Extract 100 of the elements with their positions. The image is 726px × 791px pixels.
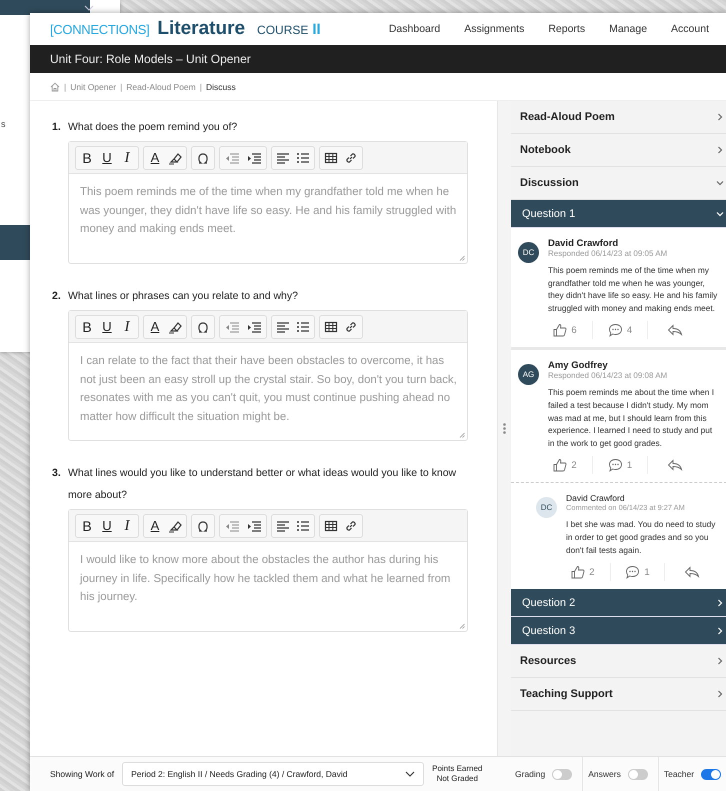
field-label: Showing Work of [50, 769, 114, 779]
nav-link[interactable]: Assignments [464, 23, 524, 35]
toggle-label: Grading [515, 769, 546, 779]
nav-link[interactable]: Account [671, 23, 709, 35]
resize-grip-icon[interactable] [459, 255, 465, 261]
bold-button[interactable]: B [80, 318, 94, 336]
window-text: s [1, 119, 6, 129]
points-label: Points Earned [432, 764, 482, 774]
outdent-icon[interactable] [224, 320, 240, 334]
speech-bubble-icon[interactable] [608, 458, 623, 472]
chevron-icon [84, 4, 94, 10]
bulleted-list-icon[interactable] [296, 150, 310, 164]
avatar: DC [518, 242, 539, 263]
bulleted-list-icon[interactable] [296, 518, 310, 532]
resize-grip-icon[interactable] [459, 623, 465, 629]
points-value: Not Graded [436, 774, 479, 784]
highlighter-icon[interactable] [168, 150, 182, 164]
table-icon[interactable] [324, 320, 338, 334]
indent-icon[interactable] [246, 518, 262, 532]
nav-link[interactable]: Reports [548, 23, 586, 35]
comment-text: This poem reminds me about the time when I failed a test because I didn't study. My mom was mad at me, but I should learn from this experience. I learned I need to study and put in the work to get good grades. [548, 386, 716, 450]
student-select[interactable]: Period 2: English II / Needs Grading (4) / Crawford, David [122, 762, 424, 786]
toggle-switch[interactable] [628, 768, 648, 780]
underline-button[interactable]: U [100, 148, 114, 166]
section-header[interactable]: Resources [511, 645, 726, 678]
special-character-icon[interactable] [196, 150, 210, 164]
reply-icon[interactable] [667, 324, 683, 336]
table-icon[interactable] [324, 150, 338, 164]
like-count: 2 [589, 566, 594, 578]
nav-link[interactable]: Manage [609, 23, 648, 35]
answer-editor[interactable]: B U I A This poem reminds me of the time when my grandfather told me when he was younger, they didn't have life so easy. He and his family struggled with money and making ends meet. [68, 141, 468, 264]
resize-grip-icon[interactable] [459, 432, 465, 438]
question-header[interactable]: Question 3 [511, 617, 726, 646]
chevron-icon [405, 771, 416, 777]
unit-title: Unit Four: Role Models – Unit Opener [50, 52, 251, 66]
question-prompt: What does the poem remind you of? [68, 120, 238, 135]
speech-bubble-icon[interactable] [625, 565, 640, 580]
post-date: Responded 06/14/23 at 09:08 AM [548, 371, 668, 380]
question-prompt: What lines would you like to understand better or what ideas would you like to know more about? [68, 466, 458, 503]
breadcrumb-link[interactable]: Unit Opener [70, 82, 116, 92]
highlighter-icon[interactable] [168, 518, 182, 532]
underline-button[interactable]: U [100, 318, 114, 336]
home-icon[interactable] [50, 82, 60, 92]
italic-button[interactable]: I [120, 318, 134, 336]
section-header[interactable]: Notebook [511, 134, 726, 167]
question-number: 2. [52, 289, 62, 304]
author-name: David Crawford [566, 493, 626, 504]
outdent-icon[interactable] [224, 150, 240, 164]
answer-text: This poem reminds me of the time when my grandfather told me when he was younger, they didn't have life so easy. He and his family struggled with money and making ends meet. [80, 186, 456, 235]
italic-button[interactable]: I [120, 148, 134, 166]
question-number: 1. [52, 120, 62, 135]
comment-text: I bet she was mad. You do need to study in order to get good grades and so you don't fail tests again. [566, 518, 716, 556]
speech-bubble-icon[interactable] [608, 323, 623, 338]
question-number: 3. [52, 466, 62, 481]
question-header[interactable]: Question 2 [511, 589, 726, 618]
align-left-icon[interactable] [276, 320, 290, 334]
thumbs-up-icon[interactable] [571, 565, 586, 580]
breadcrumb-separator: | [120, 82, 122, 92]
bold-button[interactable]: B [80, 148, 94, 166]
answer-text: I would like to know more about the obstacles the author has during his journey in life. Specifically how he tackled them and what he learned from his journey. [80, 554, 450, 603]
toggle-switch[interactable] [701, 768, 722, 780]
like-count: 6 [571, 324, 577, 336]
breadcrumb-link[interactable]: Read-Aloud Poem [126, 82, 196, 92]
table-icon[interactable] [324, 518, 338, 532]
bulleted-list-icon[interactable] [296, 320, 310, 334]
author-name: Amy Godfrey [548, 360, 609, 372]
post-date: Responded 06/14/23 at 09:05 AM [548, 249, 668, 258]
outdent-icon[interactable] [224, 518, 240, 532]
reply-count: 1 [644, 566, 650, 578]
like-count: 2 [571, 460, 577, 471]
breadcrumb-link[interactable]: Discuss [206, 82, 236, 92]
align-left-icon[interactable] [276, 150, 290, 164]
avatar: DC [536, 497, 557, 518]
indent-icon[interactable] [246, 320, 262, 334]
drag-handle-icon[interactable] [503, 423, 506, 434]
toggle-label: Answers [588, 769, 621, 779]
link-icon[interactable] [344, 320, 358, 334]
logo: [CONNECTIONS] Literature COURSE II [50, 18, 321, 40]
question-prompt: What lines or phrases can you relate to and why? [68, 289, 298, 304]
highlighter-icon[interactable] [168, 320, 182, 334]
answer-editor[interactable]: B U I A I would like to know more about the obstacles the author has during his journey in life. Specifically how he tackled them and what he learned from his journey. [68, 509, 468, 632]
question-header[interactable]: Question 1 [511, 200, 726, 228]
thumbs-up-icon[interactable] [553, 323, 568, 338]
underline-button[interactable]: U [100, 516, 114, 534]
indent-icon[interactable] [246, 150, 262, 164]
reply-count: 1 [626, 460, 632, 471]
link-icon[interactable] [344, 518, 358, 532]
reply-icon[interactable] [667, 459, 683, 472]
section-header[interactable]: Teaching Support [511, 678, 726, 712]
align-left-icon[interactable] [276, 518, 290, 532]
italic-button[interactable]: I [120, 516, 134, 534]
special-character-icon[interactable] [196, 320, 210, 334]
toggle-switch[interactable] [552, 768, 572, 780]
section-header[interactable]: Read-Aloud Poem [511, 101, 726, 134]
link-icon[interactable] [344, 150, 358, 164]
reply-icon[interactable] [684, 566, 700, 578]
bold-button[interactable]: B [80, 516, 94, 534]
nav-link[interactable]: Dashboard [388, 23, 440, 35]
special-character-icon[interactable] [196, 518, 210, 532]
thumbs-up-icon[interactable] [553, 458, 568, 472]
